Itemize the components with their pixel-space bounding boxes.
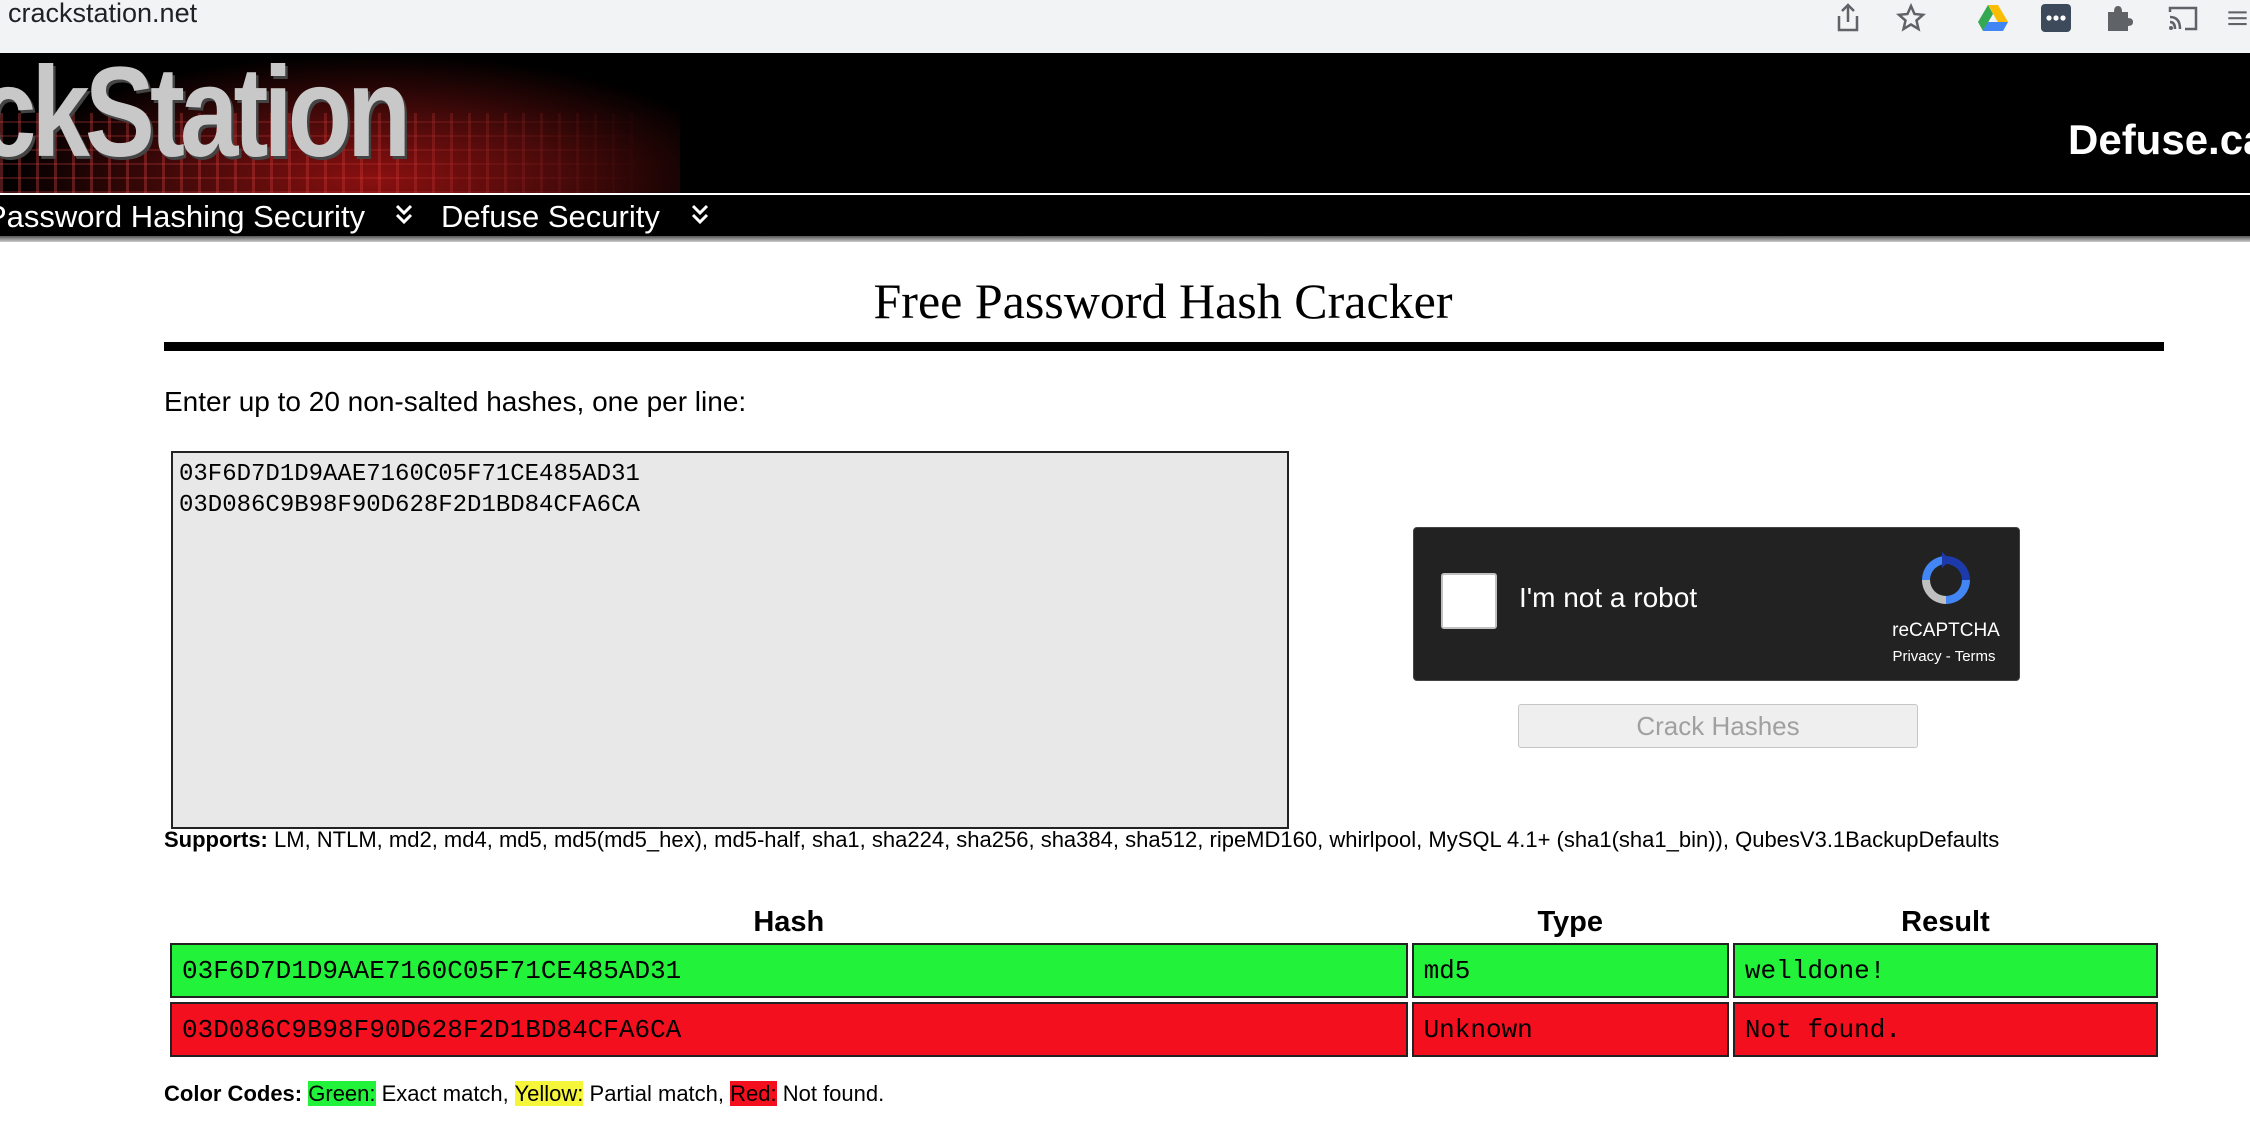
- column-header-result: Result: [1901, 905, 1990, 938]
- yellow-description: Partial match,: [583, 1081, 731, 1106]
- chevron-double-down-icon[interactable]: [690, 203, 710, 232]
- site-logo[interactable]: ckStation: [0, 53, 411, 186]
- red-swatch: Red:: [730, 1081, 777, 1106]
- instructions-text: Enter up to 20 non-salted hashes, one pe…: [164, 386, 747, 417]
- menu-icon[interactable]: [2225, 0, 2250, 36]
- site-header: ckStation Defuse.ca: [0, 53, 2250, 193]
- puzzle-icon[interactable]: [2101, 0, 2137, 36]
- chevron-double-down-icon[interactable]: [394, 203, 414, 232]
- hash-input[interactable]: 03F6D7D1D9AAE7160C05F71CE485AD31 03D086C…: [171, 451, 1289, 829]
- cast-icon[interactable]: [2165, 0, 2201, 36]
- extension-dots-icon[interactable]: [2038, 0, 2074, 36]
- recaptcha-terms-link[interactable]: Terms: [1955, 648, 1996, 665]
- recaptcha-links: Privacy - Terms: [1874, 648, 2014, 665]
- color-codes-legend: Color Codes: Green: Exact match, Yellow:…: [164, 1081, 884, 1107]
- supported-hash-types: Supports: LM, NTLM, md2, md4, md5, md5(m…: [164, 827, 2164, 853]
- share-icon[interactable]: [1830, 0, 1866, 36]
- type-cell: md5: [1411, 943, 1729, 998]
- recaptcha-privacy-link[interactable]: Privacy: [1892, 648, 1941, 665]
- address-bar[interactable]: crackstation.net: [0, 0, 1945, 42]
- hash-cell: 03D086C9B98F90D628F2D1BD84CFA6CA: [170, 1002, 1408, 1057]
- red-description: Not found.: [776, 1081, 885, 1106]
- results-table: Hash Type Result 03F6D7D1D9AAE7160C05F71…: [166, 901, 2162, 1061]
- result-cell: welldone!: [1732, 943, 2158, 998]
- yellow-swatch: Yellow:: [514, 1081, 584, 1106]
- recaptcha-widget: I'm not a robot reCAPTCHA Privacy - Term…: [1413, 527, 2020, 681]
- recaptcha-brand: reCAPTCHA: [1892, 620, 2000, 641]
- defuse-link[interactable]: Defuse.ca: [2068, 116, 2250, 164]
- supports-text: LM, NTLM, md2, md4, md5, md5(md5_hex), m…: [267, 827, 2000, 852]
- recaptcha-logo-icon: [1914, 550, 1978, 617]
- recaptcha-checkbox[interactable]: [1441, 573, 1497, 629]
- page-title: Free Password Hash Cracker: [873, 273, 1453, 329]
- recaptcha-links-separator: -: [1941, 648, 1955, 665]
- crack-hashes-button[interactable]: Crack Hashes: [1518, 704, 1918, 748]
- supports-label: Supports:: [164, 827, 268, 852]
- hash-cell: 03F6D7D1D9AAE7160C05F71CE485AD31: [170, 943, 1408, 998]
- table-row: 03D086C9B98F90D628F2D1BD84CFA6CA Unknown…: [170, 1002, 2158, 1057]
- column-header-hash: Hash: [753, 905, 825, 938]
- column-header-type: Type: [1537, 905, 1603, 938]
- nav-item-defuse-security[interactable]: Defuse Security: [441, 199, 660, 235]
- recaptcha-label: I'm not a robot: [1519, 582, 1698, 613]
- google-drive-icon[interactable]: [1973, 0, 2013, 36]
- green-swatch: Green:: [308, 1081, 376, 1106]
- result-cell: Not found.: [1732, 1002, 2158, 1057]
- color-codes-label: Color Codes:: [164, 1081, 303, 1106]
- url-text[interactable]: crackstation.net: [8, 0, 197, 29]
- nav-divider: [0, 236, 2250, 242]
- star-icon[interactable]: [1893, 0, 1929, 36]
- browser-toolbar: crackstation.net: [0, 0, 2250, 53]
- title-divider: [164, 342, 2164, 351]
- nav-item-password-hashing-security[interactable]: Password Hashing Security: [0, 199, 365, 235]
- nav-bar: Password Hashing Security Defuse Securit…: [0, 193, 2250, 238]
- green-description: Exact match,: [375, 1081, 515, 1106]
- table-row: 03F6D7D1D9AAE7160C05F71CE485AD31 md5 wel…: [170, 943, 2158, 998]
- type-cell: Unknown: [1411, 1002, 1729, 1057]
